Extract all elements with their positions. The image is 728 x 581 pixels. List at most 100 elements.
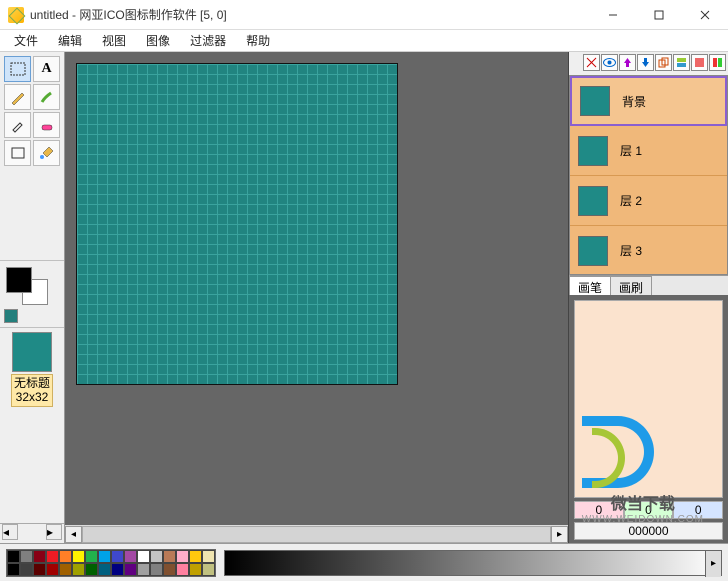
- maximize-button[interactable]: [636, 0, 682, 30]
- rgb-info: 0 0 0: [569, 498, 728, 522]
- palette-swatch[interactable]: [176, 550, 189, 563]
- rectangle-tool[interactable]: [4, 140, 31, 166]
- layer-row[interactable]: 层 1: [570, 126, 727, 176]
- text-tool[interactable]: A: [33, 56, 60, 82]
- palette-swatch[interactable]: [7, 563, 20, 576]
- layer-row[interactable]: 背景: [570, 76, 727, 126]
- menu-filter[interactable]: 过滤器: [180, 31, 236, 50]
- gradient-next-button[interactable]: ▸: [705, 551, 721, 577]
- palette-swatch[interactable]: [7, 550, 20, 563]
- palette-swatch[interactable]: [59, 563, 72, 576]
- brush-preview: [574, 300, 723, 498]
- eraser-tool[interactable]: [33, 112, 60, 138]
- layer-opt-b-button[interactable]: [709, 54, 726, 71]
- bottom-bar: ▸: [0, 543, 728, 581]
- horizontal-scrollbar[interactable]: ◂ ▸: [65, 525, 568, 543]
- window-title: untitled - 网亚ICO图标制作软件 [5, 0]: [30, 6, 590, 23]
- r-value: 0: [574, 501, 624, 519]
- foreground-color[interactable]: [6, 267, 32, 293]
- palette-swatch[interactable]: [150, 550, 163, 563]
- tab-brush[interactable]: 画笔: [569, 276, 611, 295]
- canvas-thumbnail[interactable]: [12, 332, 52, 372]
- palette-swatch[interactable]: [150, 563, 163, 576]
- gradient-strip[interactable]: ▸: [224, 550, 722, 576]
- palette-swatch[interactable]: [20, 563, 33, 576]
- layer-list: 背景层 1 层 2 层 3: [569, 75, 728, 275]
- app-icon: [8, 7, 24, 23]
- menu-view[interactable]: 视图: [92, 31, 136, 50]
- tab-brushset[interactable]: 画刷: [610, 276, 652, 295]
- color-picker-area: [0, 260, 64, 327]
- pixel-canvas[interactable]: [76, 63, 398, 385]
- thumb-next-button[interactable]: ▸: [46, 524, 62, 540]
- palette-swatch[interactable]: [20, 550, 33, 563]
- layer-move-down-button[interactable]: [637, 54, 654, 71]
- layer-row[interactable]: 层 3: [570, 226, 727, 275]
- palette-swatch[interactable]: [98, 550, 111, 563]
- document-thumbnails: 无标题 32x32: [0, 327, 64, 523]
- palette-swatch[interactable]: [137, 550, 150, 563]
- layer-name-label: 层 1: [620, 142, 642, 159]
- menu-file[interactable]: 文件: [4, 31, 48, 50]
- palette-swatch[interactable]: [85, 550, 98, 563]
- left-panel: A 无标题 32x32 ◂ ▸: [0, 52, 65, 543]
- palette-swatch[interactable]: [46, 563, 59, 576]
- canvas-area: ◂ ▸: [65, 52, 568, 543]
- palette-swatch[interactable]: [189, 550, 202, 563]
- brush-tabs: 画笔 画刷: [569, 275, 728, 295]
- palette-swatch[interactable]: [176, 563, 189, 576]
- close-button[interactable]: [682, 0, 728, 30]
- palette-swatch[interactable]: [111, 550, 124, 563]
- eyedropper-tool[interactable]: [4, 112, 31, 138]
- scroll-track[interactable]: [82, 526, 551, 543]
- palette-swatch[interactable]: [72, 550, 85, 563]
- rect-select-tool[interactable]: [4, 56, 31, 82]
- layer-opt-a-button[interactable]: [691, 54, 708, 71]
- palette-swatch[interactable]: [189, 563, 202, 576]
- workspace: A 无标题 32x32 ◂ ▸: [0, 52, 728, 543]
- fill-tool[interactable]: [33, 140, 60, 166]
- palette-swatch[interactable]: [124, 550, 137, 563]
- palette-swatch[interactable]: [85, 563, 98, 576]
- menu-image[interactable]: 图像: [136, 31, 180, 50]
- palette-swatch[interactable]: [163, 550, 176, 563]
- palette-swatch[interactable]: [137, 563, 150, 576]
- brush-tool[interactable]: [33, 84, 60, 110]
- layer-name-label: 层 3: [620, 242, 642, 259]
- palette-swatch[interactable]: [111, 563, 124, 576]
- palette-swatch[interactable]: [202, 550, 215, 563]
- palette-swatch[interactable]: [98, 563, 111, 576]
- menu-help[interactable]: 帮助: [236, 31, 280, 50]
- layer-row[interactable]: 层 2: [570, 176, 727, 226]
- palette-swatch[interactable]: [33, 563, 46, 576]
- color-palette: [6, 549, 216, 577]
- layer-thumb-icon: [578, 236, 608, 266]
- palette-swatch[interactable]: [72, 563, 85, 576]
- active-color-swatch[interactable]: [4, 309, 18, 323]
- palette-swatch[interactable]: [163, 563, 176, 576]
- scroll-left-button[interactable]: ◂: [65, 526, 82, 543]
- menu-edit[interactable]: 编辑: [48, 31, 92, 50]
- layer-thumb-icon: [578, 186, 608, 216]
- b-value: 0: [673, 501, 723, 519]
- layer-visibility-button[interactable]: [601, 54, 618, 71]
- palette-swatch[interactable]: [33, 550, 46, 563]
- palette-swatch[interactable]: [202, 563, 215, 576]
- layer-move-up-button[interactable]: [619, 54, 636, 71]
- layer-thumb-icon: [578, 136, 608, 166]
- palette-swatch[interactable]: [59, 550, 72, 563]
- hex-value: 000000: [574, 522, 723, 540]
- layer-name-label: 层 2: [620, 192, 642, 209]
- thumb-prev-button[interactable]: ◂: [2, 524, 18, 540]
- layer-merge-button[interactable]: [673, 54, 690, 71]
- scroll-right-button[interactable]: ▸: [551, 526, 568, 543]
- layer-name-label: 背景: [622, 93, 646, 110]
- palette-swatch[interactable]: [46, 550, 59, 563]
- layer-duplicate-button[interactable]: [655, 54, 672, 71]
- g-value: 0: [624, 501, 674, 519]
- palette-swatch[interactable]: [124, 563, 137, 576]
- titlebar: untitled - 网亚ICO图标制作软件 [5, 0]: [0, 0, 728, 30]
- pencil-tool[interactable]: [4, 84, 31, 110]
- minimize-button[interactable]: [590, 0, 636, 30]
- layer-delete-button[interactable]: [583, 54, 600, 71]
